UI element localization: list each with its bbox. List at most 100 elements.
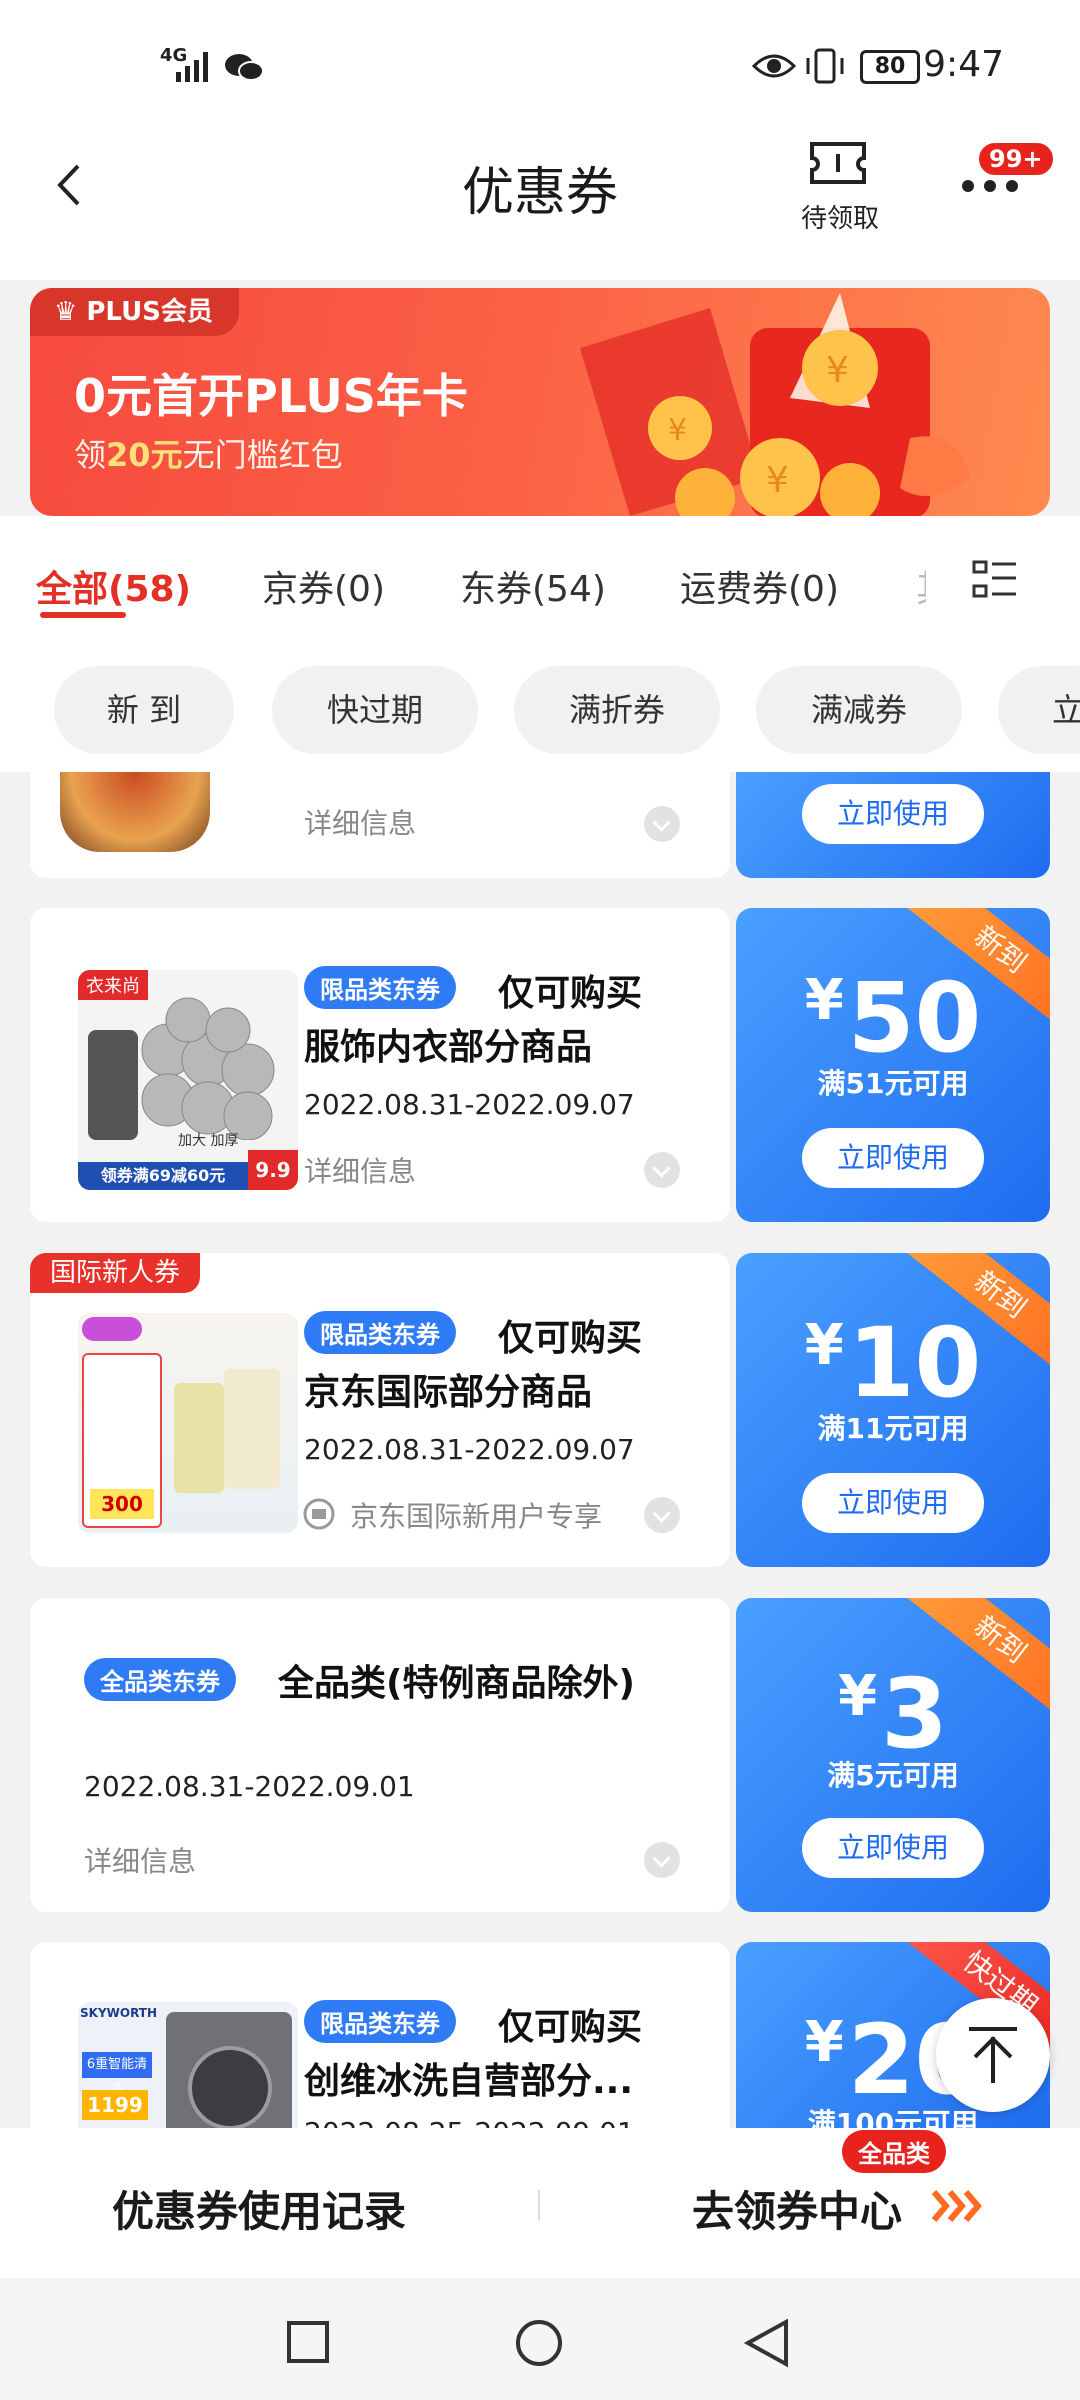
- wechat-icon: [225, 54, 264, 81]
- thumb-mark: 加大 加厚: [178, 1133, 239, 1149]
- thumb-ad-card: 300: [82, 1353, 162, 1528]
- product-thumbnail: 衣来尚 加大 加厚 领券满69减60元 9.9: [78, 970, 298, 1190]
- coupon-validity-date: 2022.08.31-2022.09.07: [304, 1433, 635, 1466]
- coupon-validity-date: 2022.08.31-2022.09.07: [304, 1088, 635, 1121]
- coupon-amount: ¥50: [804, 962, 982, 1074]
- ticket-icon[interactable]: [806, 136, 870, 190]
- recent-apps-icon[interactable]: [286, 2320, 330, 2364]
- coupon-detail-note: 京东国际新用户专享: [350, 1500, 603, 1533]
- tab-jing-coupon[interactable]: 京券(0): [262, 560, 385, 612]
- coupon-title: 全品类(特例商品除外): [278, 1663, 635, 1704]
- use-now-button[interactable]: 立即使用: [802, 1128, 984, 1188]
- coupon-validity-date: 2022.08.31-2022.09.01: [84, 1770, 415, 1803]
- battery-indicator: 80: [860, 50, 920, 84]
- coupon-card[interactable]: 衣来尚 加大 加厚 领券满69减60元 9.9 限品类东券 仅可购买 服饰内衣部…: [30, 908, 730, 1222]
- jd-intl-icon: [303, 1498, 335, 1530]
- intl-newcomer-badge: 国际新人券: [30, 1253, 201, 1293]
- chip-discount[interactable]: 满折券: [514, 666, 720, 754]
- washing-machine-image: [166, 2012, 292, 2142]
- status-bar: 4G 80 9:47: [0, 0, 1080, 130]
- coupon-title: 仅可购买: [498, 1318, 643, 1359]
- arrow-up-icon: [969, 2027, 1017, 2083]
- noodle-thumbnail: [60, 772, 210, 852]
- chip-expiring[interactable]: 快过期: [272, 666, 478, 754]
- plus-promo-banner[interactable]: ♛ PLUS会员 0元首开PLUS年卡 领20元无门槛红包 ¥ ¥ ¥: [30, 288, 1050, 516]
- coupon-detail-link[interactable]: 详细信息: [304, 1150, 416, 1190]
- coupon-center-link[interactable]: 去领券中心: [692, 2178, 902, 2239]
- crown-icon: ♛: [54, 297, 87, 327]
- svg-text:¥: ¥: [826, 350, 849, 391]
- coupon-card[interactable]: 全品类东券 全品类(特例商品除外) 2022.08.31-2022.09.01 …: [30, 1598, 730, 1912]
- signal-icon: [176, 52, 208, 82]
- chip-reduction[interactable]: 满减券: [756, 666, 962, 754]
- coupon-type-tag: 限品类东券: [304, 966, 456, 1009]
- thumb-price: 300: [90, 1489, 154, 1519]
- coupon-title-line2: 创维冰洗自营部分...: [304, 2061, 634, 2102]
- chip-more-clipped[interactable]: 立: [998, 666, 1080, 754]
- coupon-title: 仅可购买: [498, 2007, 643, 2048]
- vibrate-icon: [806, 48, 844, 84]
- back-to-top-button[interactable]: [936, 1998, 1050, 2112]
- triple-chevron-right-icon[interactable]: [930, 2188, 986, 2224]
- tab-shipping-coupon[interactable]: 运费券(0): [680, 560, 839, 612]
- use-now-button[interactable]: 立即使用: [802, 1473, 984, 1533]
- page-title: 优惠券: [461, 163, 618, 223]
- thumb-logo: [82, 1317, 142, 1341]
- coupon-value-panel: 新到 ¥50 满51元可用 立即使用: [736, 908, 1050, 1222]
- coupon-card[interactable]: 300 限品类东券 仅可购买 京东国际部分商品 2022.08.31-2022.…: [30, 1253, 730, 1567]
- message-badge: 99+: [976, 140, 1056, 178]
- tab-more-clipped[interactable]: 其: [916, 560, 926, 612]
- chevron-down-icon[interactable]: [644, 806, 680, 842]
- plus-tag-label: PLUS会员: [86, 297, 213, 327]
- coupon-history-link[interactable]: 优惠券使用记录: [112, 2178, 406, 2239]
- coupon-value-panel: 新到 ¥3 满5元可用 立即使用: [736, 1598, 1050, 1912]
- coupon-value-panel: 新到 ¥10 满11元可用 立即使用: [736, 1253, 1050, 1567]
- coupon-amount: ¥10: [804, 1307, 982, 1419]
- coupon-card[interactable]: 详细信息: [30, 772, 730, 878]
- chevron-down-icon[interactable]: [644, 1842, 680, 1878]
- product-thumbnail: SKYWORTH 6重智能清洗 1199: [78, 2002, 298, 2142]
- pending-coupons-label[interactable]: 待领取: [790, 198, 890, 235]
- coupon-type-tag: 全品类东券: [84, 1658, 236, 1701]
- coupon-condition: 满51元可用: [817, 1067, 969, 1100]
- coupon-value-panel: 立即使用: [736, 772, 1050, 878]
- plus-member-tag: ♛ PLUS会员: [30, 288, 239, 336]
- divider: [538, 2190, 540, 2220]
- thumb-price: 1199: [82, 2090, 148, 2120]
- chevron-down-icon[interactable]: [644, 1497, 680, 1533]
- coupon-title-line2: 京东国际部分商品: [304, 1372, 593, 1413]
- banner-headline: 0元首开PLUS年卡: [74, 369, 468, 423]
- banner-subtitle: 领20元无门槛红包: [74, 436, 343, 474]
- thumb-promo: 领券满69减60元: [78, 1162, 248, 1190]
- use-now-button[interactable]: 立即使用: [802, 784, 984, 844]
- svg-text:¥: ¥: [766, 460, 789, 501]
- use-now-button[interactable]: 立即使用: [802, 1818, 984, 1878]
- clock: 9:47: [923, 44, 1004, 85]
- tab-dong-coupon[interactable]: 东券(54): [460, 560, 606, 612]
- coupon-amount: ¥3: [838, 1658, 948, 1770]
- product-thumbnail: 300: [78, 1313, 298, 1533]
- thumb-price: 9.9: [248, 1150, 298, 1190]
- coupon-card[interactable]: SKYWORTH 6重智能清洗 1199 限品类东券 仅可购买 创维冰洗自营部分…: [30, 1942, 730, 2149]
- thumb-pouch: [224, 1369, 280, 1489]
- chip-new[interactable]: 新 到: [54, 666, 234, 754]
- chevron-down-icon[interactable]: [644, 1152, 680, 1188]
- coupon-condition: 满5元可用: [827, 1759, 959, 1792]
- thumb-promo: 6重智能清洗: [82, 2052, 152, 2098]
- coupon-detail-link[interactable]: 详细信息: [304, 802, 416, 842]
- thumb-pouch: [174, 1383, 224, 1493]
- coupon-type-tag: 限品类东券: [304, 1311, 456, 1354]
- more-menu-icon[interactable]: [960, 176, 1020, 196]
- active-tab-indicator: [40, 612, 126, 618]
- back-triangle-icon[interactable]: [744, 2318, 790, 2368]
- list-view-icon[interactable]: [972, 560, 1018, 600]
- thumb-brand: SKYWORTH: [80, 2006, 157, 2020]
- trash-bag-rolls-image: [88, 997, 275, 1140]
- coupon-type-tag: 限品类东券: [304, 2000, 456, 2043]
- home-icon[interactable]: [514, 2318, 564, 2368]
- coupon-title: 仅可购买: [498, 973, 643, 1014]
- coupon-title-line2: 服饰内衣部分商品: [304, 1027, 593, 1068]
- eye-icon: [752, 54, 796, 78]
- coupon-detail-link[interactable]: 详细信息: [84, 1840, 196, 1880]
- tab-all[interactable]: 全部(58): [36, 560, 191, 612]
